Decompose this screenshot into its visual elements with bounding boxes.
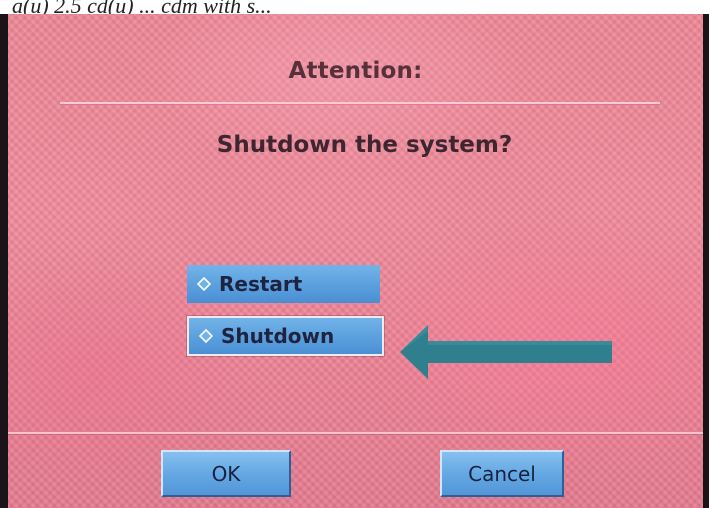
arrow-left-icon [400, 325, 612, 379]
shutdown-option[interactable]: Shutdown [187, 316, 384, 356]
dialog-title: Attention: [288, 58, 423, 84]
shutdown-option-label: Shutdown [221, 324, 335, 348]
ok-button[interactable]: OK [161, 450, 291, 497]
title-divider [60, 102, 660, 104]
shutdown-dialog: Attention: Shutdown the system? Restart … [8, 14, 703, 508]
dialog-question: Shutdown the system? [216, 132, 513, 158]
restart-option-label: Restart [219, 272, 303, 296]
diamond-icon [199, 329, 213, 343]
screen: Attention: Shutdown the system? Restart … [0, 14, 709, 508]
button-bar-divider [8, 432, 703, 434]
cancel-button[interactable]: Cancel [440, 450, 564, 497]
restart-option[interactable]: Restart [187, 265, 380, 303]
cropped-caption-text: a(u) 2.5 cd(u) ... cdm with s... [0, 0, 709, 14]
diamond-icon [197, 277, 211, 291]
